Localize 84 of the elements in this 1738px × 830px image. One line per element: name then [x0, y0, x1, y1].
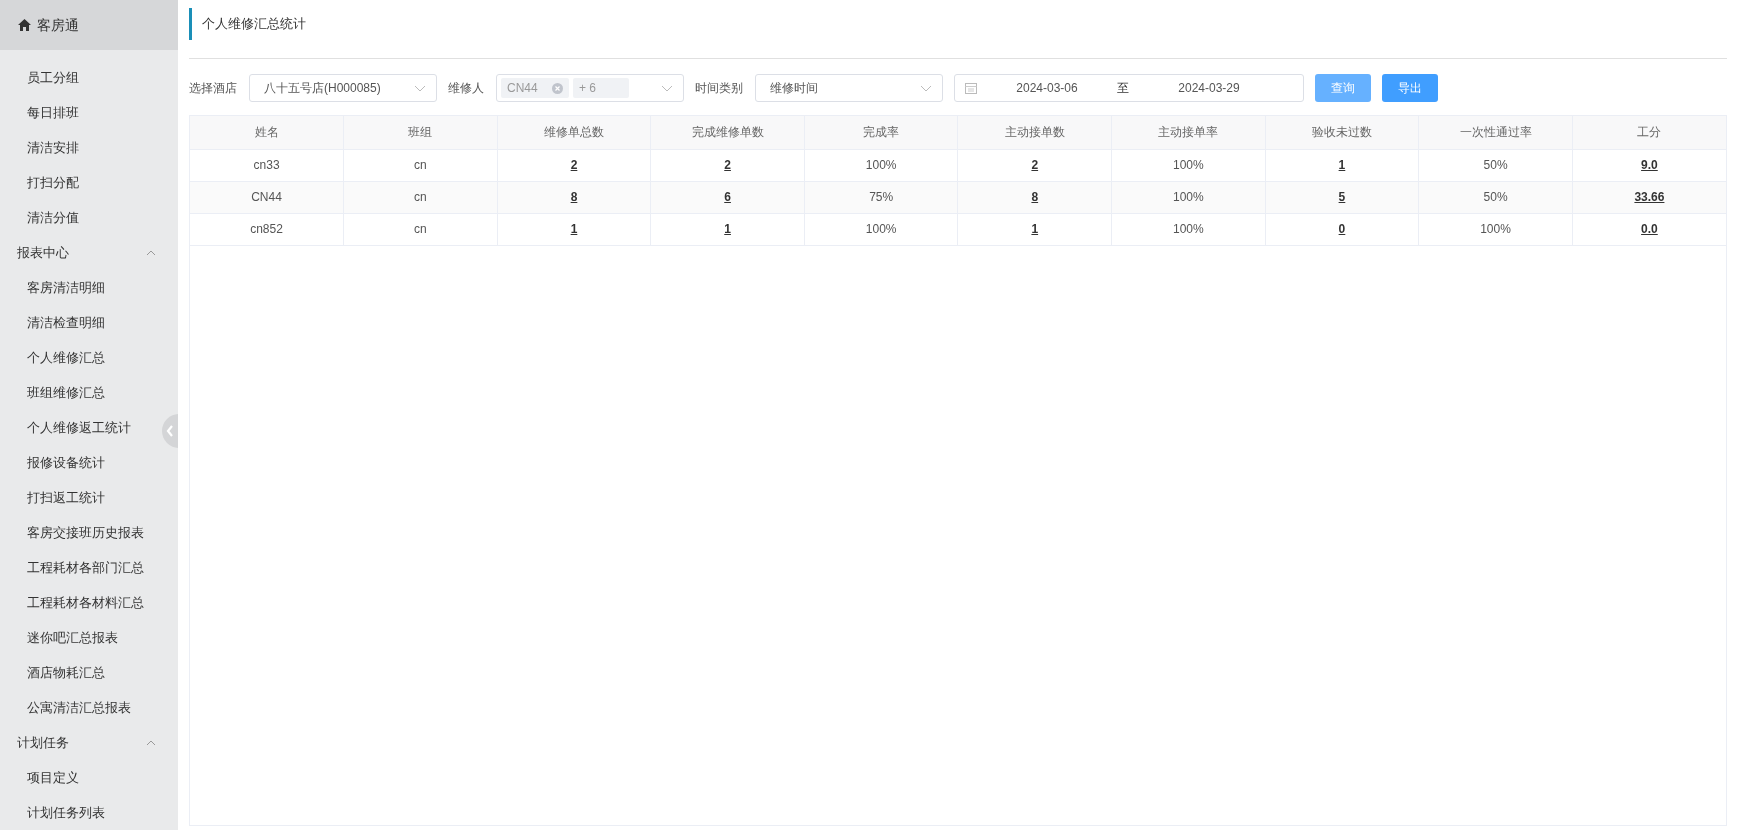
table-cell: 100% [804, 149, 958, 181]
tag-label: CN44 [507, 80, 538, 97]
column-header: 姓名 [190, 116, 344, 149]
column-header: 班组 [343, 116, 498, 149]
column-header: 维修单总数 [497, 116, 651, 149]
table-link[interactable]: 2 [724, 158, 731, 172]
page-title: 个人维修汇总统计 [202, 15, 306, 34]
table-cell: cn33 [190, 149, 344, 181]
sidebar-group[interactable]: 计划任务 [17, 732, 69, 753]
sidebar-item[interactable]: 迷你吧汇总报表 [27, 627, 118, 648]
table-link[interactable]: 1 [570, 222, 578, 236]
sidebar-item[interactable]: 个人维修汇总 [27, 347, 105, 368]
sidebar-item[interactable]: 计划任务列表 [27, 802, 105, 823]
sidebar-item[interactable]: 打扫分配 [27, 172, 79, 193]
end-date: 2024-03-29 [1177, 80, 1241, 97]
table-link[interactable]: 0.0 [1641, 222, 1658, 236]
close-icon[interactable] [552, 82, 563, 94]
table-link[interactable]: 8 [570, 190, 578, 204]
start-date: 2024-03-06 [1015, 80, 1079, 97]
field-label: 维修人 [448, 80, 484, 97]
sidebar-item[interactable]: 报修设备统计 [27, 452, 105, 473]
table-cell: 100% [1111, 181, 1266, 213]
chevron-down-icon [661, 84, 673, 92]
column-header: 主动接单数 [957, 116, 1112, 149]
table-cell: 100% [1418, 213, 1573, 245]
column-header: 主动接单率 [1111, 116, 1266, 149]
table-cell: 75% [804, 181, 958, 213]
sidebar-item[interactable]: 公寓清洁汇总报表 [27, 697, 131, 718]
table-cell: CN44 [190, 181, 344, 213]
chevron-left-icon [166, 425, 174, 437]
table-link[interactable]: 1 [1031, 222, 1039, 236]
table-link[interactable]: 33.66 [1634, 190, 1665, 204]
field-label: 时间类别 [695, 80, 743, 97]
sidebar-item[interactable]: 客房交接班历史报表 [27, 522, 144, 543]
table-link[interactable]: 6 [724, 190, 731, 204]
table-cell: 50% [1418, 181, 1573, 213]
table-cell: 100% [804, 213, 958, 245]
column-header: 完成率 [804, 116, 958, 149]
column-header: 验收未过数 [1265, 116, 1419, 149]
chevron-down-icon [920, 84, 932, 92]
table-cell: cn852 [190, 213, 344, 245]
sidebar-item[interactable]: 个人维修返工统计 [27, 417, 131, 438]
home-icon [18, 19, 31, 31]
sidebar-group[interactable]: 报表中心 [17, 242, 69, 263]
calendar-icon [965, 82, 977, 94]
date-range-field[interactable]: 2024-03-06 至 2024-03-29 [954, 74, 1304, 102]
sidebar-item[interactable]: 工程耗材各部门汇总 [27, 557, 144, 578]
sidebar-item[interactable]: 项目定义 [27, 767, 79, 788]
field-label: 选择酒店 [189, 80, 237, 97]
tag-label: + 6 [579, 80, 596, 97]
table-link[interactable]: 9.0 [1641, 158, 1658, 172]
sidebar-item[interactable]: 工程耗材各材料汇总 [27, 592, 144, 613]
column-header: 完成维修单数 [650, 116, 805, 149]
table-cell: cn [343, 213, 498, 245]
table-link[interactable]: 8 [1031, 190, 1039, 204]
brand-title[interactable]: 客房通 [37, 14, 79, 36]
table-link[interactable]: 2 [1031, 158, 1039, 172]
chevron-down-icon [414, 84, 426, 92]
table-cell: 50% [1418, 149, 1573, 181]
table-cell: 100% [1111, 213, 1266, 245]
select-field[interactable]: 八十五号店(H000085) [249, 74, 437, 102]
table-link[interactable]: 5 [1338, 190, 1346, 204]
column-header: 一次性通过率 [1418, 116, 1573, 149]
sidebar-item[interactable]: 清洁安排 [27, 137, 79, 158]
sidebar-item[interactable]: 打扫返工统计 [27, 487, 105, 508]
table-link[interactable]: 2 [570, 158, 578, 172]
sidebar-item[interactable]: 客房清洁明细 [27, 277, 105, 298]
select-value: 维修时间 [770, 80, 818, 97]
table-link[interactable]: 1 [1338, 158, 1346, 172]
sidebar-item[interactable]: 酒店物耗汇总 [27, 662, 105, 683]
table-cell: cn [343, 149, 498, 181]
sidebar-item[interactable]: 清洁分值 [27, 207, 79, 228]
sidebar-item[interactable]: 清洁检查明细 [27, 312, 105, 333]
sidebar-item[interactable]: 班组维修汇总 [27, 382, 105, 403]
table-link[interactable]: 0 [1338, 222, 1346, 236]
column-header: 工分 [1572, 116, 1726, 149]
select-field[interactable]: 维修时间 [755, 74, 943, 102]
range-separator: 至 [1117, 80, 1129, 97]
table-cell: 100% [1111, 149, 1266, 181]
sidebar-item[interactable]: 每日排班 [27, 102, 79, 123]
table-cell: cn [343, 181, 498, 213]
sidebar-item[interactable]: 员工分组 [27, 67, 79, 88]
select-value: 八十五号店(H000085) [264, 80, 381, 97]
table-link[interactable]: 1 [724, 222, 731, 236]
